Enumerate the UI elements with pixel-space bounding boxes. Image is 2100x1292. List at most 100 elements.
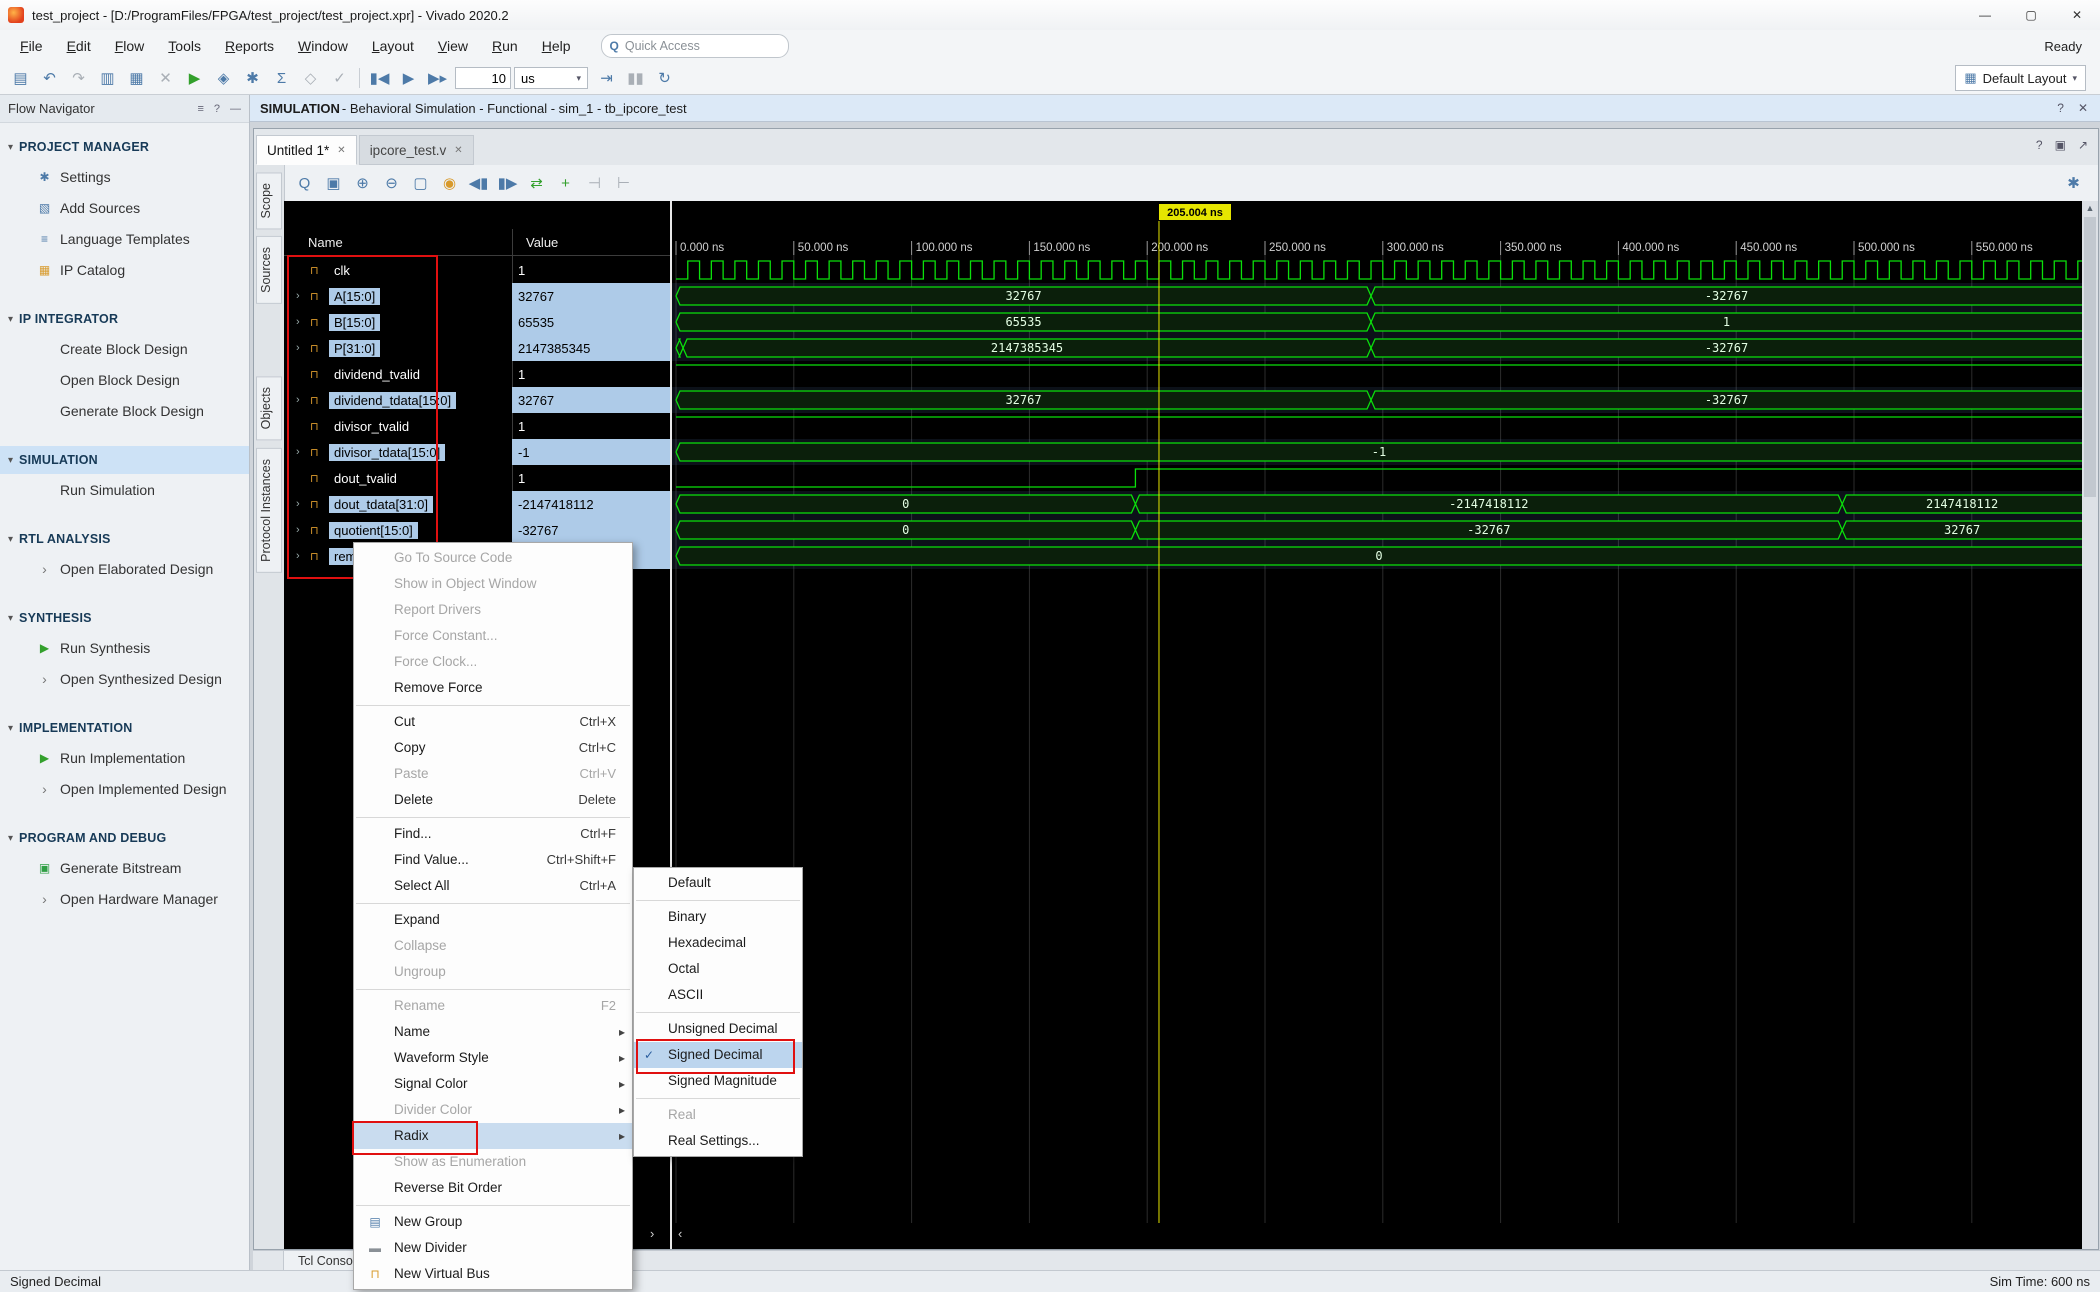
flownav-section-ip-integrator[interactable]: ▾IP INTEGRATOR [0, 305, 249, 333]
signal-row[interactable]: ›⊓quotient[15:0]-32767 [284, 517, 670, 543]
step-icon[interactable]: ⇥ [592, 65, 621, 91]
signal-row[interactable]: ›⊓B[15:0]65535 [284, 309, 670, 335]
run-all-icon[interactable]: ▶ [394, 65, 423, 91]
context-menu-item-cut[interactable]: CutCtrl+X [354, 709, 632, 735]
context-menu-item-copy[interactable]: CopyCtrl+C [354, 735, 632, 761]
next-transition-icon[interactable]: ▮▶ [493, 170, 522, 196]
tab-untitled-1[interactable]: Untitled 1*✕ [256, 135, 357, 165]
expand-arrow-icon[interactable]: › [296, 342, 306, 354]
menu-file[interactable]: File [8, 30, 55, 62]
undo-icon[interactable]: ↶ [35, 65, 64, 91]
flownav-item-run-implementation[interactable]: ▶Run Implementation [0, 742, 249, 773]
radix-option-default[interactable]: Default [634, 870, 802, 896]
signal-name-cell[interactable]: ›⊓quotient[15:0] [284, 522, 512, 539]
context-menu-item-name[interactable]: Name▸ [354, 1019, 632, 1045]
context-menu-item-reverse-bit-order[interactable]: Reverse Bit Order [354, 1175, 632, 1201]
expand-arrow-icon[interactable]: › [296, 550, 306, 562]
signal-name-cell[interactable]: ⊓dout_tvalid [284, 470, 512, 487]
close-icon[interactable]: ✕ [337, 145, 345, 156]
help-icon[interactable]: ? [2057, 101, 2064, 115]
radix-option-signed-magnitude[interactable]: Signed Magnitude [634, 1068, 802, 1094]
flownav-item-language-templates[interactable]: ≡Language Templates [0, 223, 249, 254]
context-menu-item-find-value[interactable]: Find Value...Ctrl+Shift+F [354, 847, 632, 873]
signal-row[interactable]: ›⊓dividend_tdata[15:0]32767 [284, 387, 670, 413]
signal-name-cell[interactable]: ›⊓A[15:0] [284, 288, 512, 305]
side-tab-scope[interactable]: Scope [256, 172, 282, 229]
signal-name-cell[interactable]: ›⊓P[31:0] [284, 340, 512, 357]
radix-option-real-settings[interactable]: Real Settings... [634, 1128, 802, 1154]
radix-option-hexadecimal[interactable]: Hexadecimal [634, 930, 802, 956]
flownav-item-create-block-design[interactable]: Create Block Design [0, 333, 249, 364]
context-menu-item-select-all[interactable]: Select AllCtrl+A [354, 873, 632, 899]
copy-icon[interactable]: ▥ [93, 65, 122, 91]
wave-settings-gear-icon[interactable]: ✱ [2059, 170, 2088, 196]
section-collapse-icon[interactable]: ▾ [8, 142, 13, 153]
redo-icon[interactable]: ↷ [64, 65, 93, 91]
expand-arrow-icon[interactable]: › [296, 524, 306, 536]
section-collapse-icon[interactable]: ▾ [8, 455, 13, 466]
menu-reports[interactable]: Reports [213, 30, 286, 62]
value-column-header[interactable]: Value [512, 235, 558, 250]
layout-selector[interactable]: ▦ Default Layout ▾ [1955, 65, 2086, 91]
signal-row[interactable]: ⊓dout_tvalid1 [284, 465, 670, 491]
pause-icon[interactable]: ▮▮ [621, 65, 650, 91]
flownav-section-rtl-analysis[interactable]: ▾RTL ANALYSIS [0, 525, 249, 553]
signal-row[interactable]: ⊓dividend_tvalid1 [284, 361, 670, 387]
flownav-section-synthesis[interactable]: ▾SYNTHESIS [0, 604, 249, 632]
flownav-item-open-elaborated-design[interactable]: ›Open Elaborated Design [0, 553, 249, 584]
quick-access-search[interactable]: Q Quick Access [601, 34, 789, 58]
menu-run[interactable]: Run [480, 30, 530, 62]
zoom-in-icon[interactable]: ⊕ [348, 170, 377, 196]
flownav-item-settings[interactable]: ✱Settings [0, 161, 249, 192]
expand-chevron-icon[interactable]: › [36, 891, 53, 907]
section-collapse-icon[interactable]: ▾ [8, 314, 13, 325]
sim-time-input[interactable] [455, 67, 511, 89]
settings-gear-icon[interactable]: ✱ [238, 65, 267, 91]
flownav-item-run-simulation[interactable]: Run Simulation [0, 474, 249, 505]
signal-name-cell[interactable]: ⊓divisor_tvalid [284, 418, 512, 435]
signal-name-cell[interactable]: ›⊓dividend_tdata[15:0] [284, 392, 512, 409]
flownav-section-implementation[interactable]: ▾IMPLEMENTATION [0, 714, 249, 742]
context-menu-item-delete[interactable]: DeleteDelete [354, 787, 632, 813]
paste-icon[interactable]: ▦ [122, 65, 151, 91]
sliders-icon[interactable]: ≡ [197, 103, 203, 115]
signal-row[interactable]: ⊓clk1 [284, 257, 670, 283]
context-menu-item-remove-force[interactable]: Remove Force [354, 675, 632, 701]
section-collapse-icon[interactable]: ▾ [8, 833, 13, 844]
section-collapse-icon[interactable]: ▾ [8, 613, 13, 624]
float-ruler-icon[interactable]: ⊣ [580, 170, 609, 196]
side-tab-objects[interactable]: Objects [256, 376, 282, 440]
flownav-section-simulation[interactable]: ▾SIMULATION [0, 446, 249, 474]
menu-window[interactable]: Window [286, 30, 360, 62]
scroll-left-icon[interactable]: ‹ [678, 1226, 682, 1241]
context-menu-item-waveform-style[interactable]: Waveform Style▸ [354, 1045, 632, 1071]
hide-icon[interactable]: — [230, 103, 241, 115]
help-icon[interactable]: ? [2036, 138, 2043, 152]
validate-icon[interactable]: ✓ [325, 65, 354, 91]
flownav-section-program-and-debug[interactable]: ▾PROGRAM AND DEBUG [0, 824, 249, 852]
zoom-out-icon[interactable]: ⊖ [377, 170, 406, 196]
zoom-fit-icon[interactable]: ▢ [406, 170, 435, 196]
section-collapse-icon[interactable]: ▾ [8, 723, 13, 734]
expand-arrow-icon[interactable]: › [296, 316, 306, 328]
signal-row[interactable]: ›⊓P[31:0]2147385345 [284, 335, 670, 361]
close-button[interactable]: ✕ [2054, 0, 2100, 30]
side-tab-sources[interactable]: Sources [256, 236, 282, 304]
previous-transition-icon[interactable]: ◀▮ [464, 170, 493, 196]
expand-chevron-icon[interactable]: › [36, 671, 53, 687]
restart-sim-icon[interactable]: ▮◀ [365, 65, 394, 91]
radix-option-octal[interactable]: Octal [634, 956, 802, 982]
signal-row[interactable]: ›⊓A[15:0]32767 [284, 283, 670, 309]
signal-name-cell[interactable]: ⊓clk [284, 262, 512, 279]
maximize-button[interactable]: ▢ [2008, 0, 2054, 30]
run-icon[interactable]: ▶ [180, 65, 209, 91]
context-menu-item-radix[interactable]: Radix▸ [354, 1123, 632, 1149]
expand-arrow-icon[interactable]: › [296, 498, 306, 510]
expand-chevron-icon[interactable]: › [36, 781, 53, 797]
expand-arrow-icon[interactable]: › [296, 446, 306, 458]
flownav-item-open-block-design[interactable]: Open Block Design [0, 364, 249, 395]
flownav-item-open-hardware-manager[interactable]: ›Open Hardware Manager [0, 883, 249, 914]
program-device-icon[interactable]: ◈ [209, 65, 238, 91]
scrollbar-thumb[interactable] [2084, 217, 2096, 497]
section-collapse-icon[interactable]: ▾ [8, 534, 13, 545]
